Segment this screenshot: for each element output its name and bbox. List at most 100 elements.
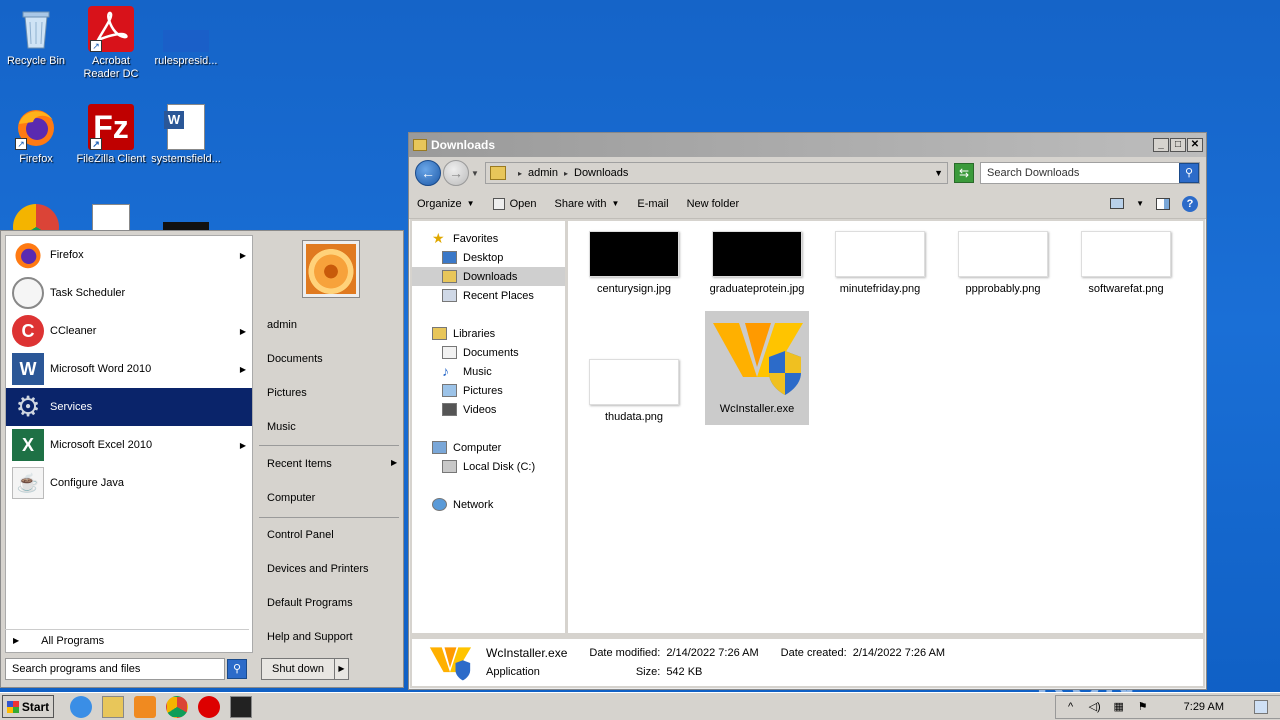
word-icon: W (12, 353, 44, 385)
media-player-icon[interactable] (134, 695, 156, 718)
desktop-icon-acrobat[interactable]: ↗ Acrobat Reader DC (75, 6, 147, 81)
opera-icon[interactable] (198, 695, 220, 718)
email-button[interactable]: E-mail (637, 198, 668, 210)
computer-icon (432, 441, 447, 454)
nav-downloads[interactable]: Downloads (412, 267, 565, 286)
action-center-flag-icon[interactable]: ⚑ (1136, 700, 1150, 714)
link-pictures[interactable]: Pictures (267, 387, 307, 399)
search-icon[interactable]: ⚲ (227, 659, 247, 679)
program-firefox[interactable]: Firefox ▶ (6, 236, 252, 274)
recent-pages-dropdown[interactable]: ▼ (471, 169, 481, 178)
breadcrumb-downloads[interactable]: Downloads (574, 167, 628, 179)
link-devices-printers[interactable]: Devices and Printers (267, 563, 369, 575)
internet-explorer-icon[interactable] (70, 695, 92, 718)
view-options-dropdown-icon[interactable]: ▼ (1136, 199, 1144, 208)
maximize-button[interactable]: □ (1170, 138, 1186, 152)
breadcrumb-separator-icon[interactable]: ▸ (518, 169, 522, 178)
nav-libraries[interactable]: Libraries (412, 324, 565, 343)
file-item[interactable]: softwarefat.png (1074, 231, 1178, 296)
recent-places-icon (442, 289, 457, 302)
link-recent-items[interactable]: Recent Items ▶ (267, 458, 403, 470)
start-search-input[interactable]: Search programs and files (5, 658, 225, 680)
link-default-programs[interactable]: Default Programs (267, 597, 353, 609)
program-configure-java[interactable]: ☕ Configure Java (6, 464, 252, 502)
address-bar[interactable]: ▸ admin ▸ Downloads ▼ (485, 162, 948, 184)
minimize-button[interactable]: _ (1153, 138, 1169, 152)
chrome-icon[interactable] (166, 695, 188, 718)
share-with-button[interactable]: Share with ▼ (554, 198, 619, 210)
user-avatar[interactable] (303, 241, 359, 297)
task-manager-icon[interactable] (230, 695, 252, 718)
file-icon (163, 30, 209, 52)
show-hidden-icons-icon[interactable]: ^ (1064, 700, 1078, 714)
all-programs-button[interactable]: ▶ All Programs (5, 629, 249, 651)
shutdown-button[interactable]: Shut down ▶ (261, 658, 349, 680)
link-documents[interactable]: Documents (267, 353, 323, 365)
nav-computer[interactable]: Computer (412, 438, 565, 457)
open-button[interactable]: Open (492, 197, 537, 210)
file-item[interactable]: centurysign.jpg (582, 231, 686, 296)
organize-button[interactable]: Organize ▼ (417, 198, 475, 210)
nav-desktop[interactable]: Desktop (412, 248, 565, 267)
shutdown-options-arrow-icon[interactable]: ▶ (333, 659, 348, 679)
link-user-folder[interactable]: admin (267, 319, 297, 331)
nav-network[interactable]: Network (412, 495, 565, 514)
show-desktop-button[interactable] (1254, 699, 1268, 714)
program-ccleaner[interactable]: C CCleaner ▶ (6, 312, 252, 350)
file-item[interactable]: minutefriday.png (828, 231, 932, 296)
program-word[interactable]: W Microsoft Word 2010 ▶ (6, 350, 252, 388)
network-icon (432, 498, 447, 511)
title-bar[interactable]: Downloads _ □ ✕ (409, 133, 1206, 157)
forward-button[interactable]: → (443, 160, 469, 186)
search-input[interactable]: Search Downloads ⚲ (980, 162, 1200, 184)
program-services[interactable]: ⚙ Services (6, 388, 252, 426)
nav-favorites[interactable]: ★ Favorites (412, 229, 565, 248)
explorer-window[interactable]: Downloads _ □ ✕ ← → ▼ ▸ admin ▸ Download… (408, 132, 1207, 690)
desktop-icon-recycle-bin[interactable]: Recycle Bin (0, 6, 72, 68)
link-music[interactable]: Music (267, 421, 296, 433)
preview-pane-icon[interactable] (1156, 197, 1170, 210)
nav-label: Recent Places (463, 289, 534, 302)
libraries-icon (432, 327, 447, 340)
refresh-button[interactable]: ⇆ (954, 163, 974, 183)
file-item[interactable]: thudata.png (582, 359, 686, 424)
breadcrumb-admin[interactable]: admin (528, 167, 558, 179)
link-control-panel[interactable]: Control Panel (267, 529, 334, 541)
nav-pictures[interactable]: Pictures (412, 381, 565, 400)
nav-recent-places[interactable]: Recent Places (412, 286, 565, 305)
link-help-support[interactable]: Help and Support (267, 631, 353, 643)
program-label: Microsoft Word 2010 (50, 363, 152, 375)
nav-documents[interactable]: Documents (412, 343, 565, 362)
breadcrumb-separator-icon[interactable]: ▸ (564, 169, 568, 178)
file-item[interactable]: ppprobably.png (951, 231, 1055, 296)
new-folder-button[interactable]: New folder (687, 198, 740, 210)
start-button[interactable]: Start (2, 695, 54, 718)
clock[interactable]: 7:29 AM (1184, 701, 1224, 713)
back-button[interactable]: ← (415, 160, 441, 186)
program-excel[interactable]: X Microsoft Excel 2010 ▶ (6, 426, 252, 464)
desktop-icon-firefox[interactable]: ↗ Firefox (0, 104, 72, 166)
help-icon[interactable]: ? (1182, 195, 1198, 212)
file-list[interactable]: centurysign.jpg graduateprotein.jpg minu… (568, 221, 1203, 633)
program-task-scheduler[interactable]: Task Scheduler (6, 274, 252, 312)
file-item[interactable]: graduateprotein.jpg (705, 231, 809, 296)
volume-icon[interactable]: ◁) (1088, 700, 1102, 714)
desktop-icon-systemsfield[interactable]: W systemsfield... (150, 104, 222, 166)
nav-videos[interactable]: Videos (412, 400, 565, 419)
open-label: Open (509, 197, 537, 210)
nav-music[interactable]: ♪ Music (412, 362, 565, 381)
search-icon[interactable]: ⚲ (1179, 163, 1199, 183)
link-computer[interactable]: Computer (267, 492, 315, 504)
size-value: 542 KB (666, 665, 703, 678)
explorer-icon[interactable] (102, 695, 124, 718)
navigation-pane[interactable]: ★ Favorites Desktop Downloads Recent Plac… (412, 221, 568, 633)
desktop-icon-filezilla[interactable]: Fz ↗ FileZilla Client (75, 104, 147, 166)
close-button[interactable]: ✕ (1187, 138, 1203, 152)
nav-label: Downloads (463, 270, 518, 283)
change-view-icon[interactable] (1110, 198, 1125, 209)
nav-local-disk[interactable]: Local Disk (C:) (412, 457, 565, 476)
address-dropdown-icon[interactable]: ▼ (934, 168, 943, 178)
desktop-icon-rulespresid[interactable]: rulespresid... (150, 6, 222, 68)
file-item-selected[interactable]: WcInstaller.exe (705, 311, 809, 425)
network-tray-icon[interactable]: ▦ (1112, 700, 1126, 714)
